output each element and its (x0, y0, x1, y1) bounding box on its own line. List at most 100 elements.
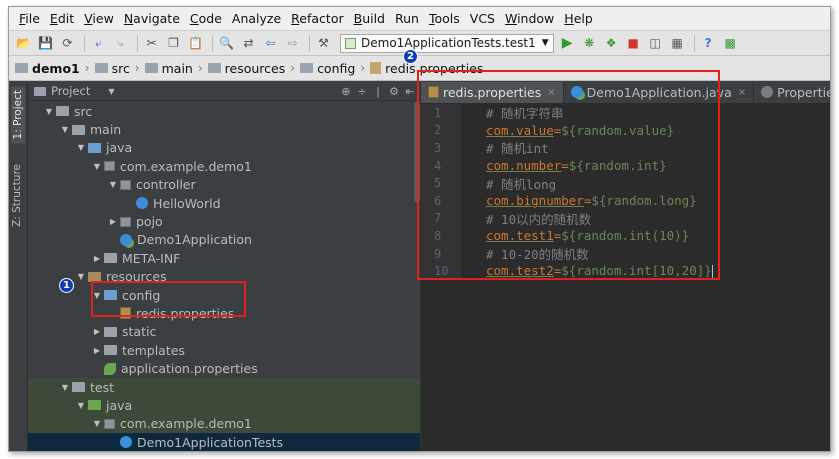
tree-item-label: pojo (136, 214, 163, 230)
menu-item[interactable]: VCS (465, 11, 500, 26)
project-panel-title[interactable]: Project (51, 84, 90, 98)
menu-item[interactable]: Analyze (227, 11, 286, 26)
expand-down-icon[interactable]: ▼ (74, 143, 88, 152)
expand-down-icon[interactable]: ▼ (42, 107, 56, 116)
expand-right-icon[interactable]: ▶ (90, 254, 104, 263)
menu-item[interactable]: View (79, 11, 119, 26)
breadcrumb-label: src (111, 60, 130, 76)
tree-item[interactable]: ▶application.properties (28, 359, 420, 377)
breadcrumb-label: main (161, 60, 193, 76)
plugin-icon[interactable]: ▩ (721, 34, 740, 53)
help-icon[interactable]: ? (699, 34, 718, 53)
locate-icon[interactable]: ⊕ (338, 85, 354, 98)
save-icon[interactable]: 💾 (36, 34, 55, 53)
collapse-icon[interactable]: ÷ (354, 85, 370, 98)
hide-panel-icon[interactable]: ⇤ (402, 85, 418, 98)
tree-item[interactable]: ▶ META-INF (28, 249, 420, 267)
project-tree: ▼ src ▼ main ▼ java ▼ com.example.demo1 ▼ control… (28, 102, 420, 451)
expand-down-icon[interactable]: ▼ (106, 180, 120, 189)
expand-down-icon[interactable]: ▼ (90, 162, 104, 171)
sync-icon[interactable]: ⟳ (58, 34, 77, 53)
folder-icon (104, 345, 117, 356)
redo-icon[interactable]: ⤷ (111, 34, 130, 53)
expand-down-icon[interactable]: ▼ (90, 419, 104, 428)
menu-item[interactable]: Edit (45, 11, 79, 26)
tree-item[interactable]: ▼ java (28, 139, 420, 157)
tree-item-label: com.example.demo1 (120, 416, 252, 432)
folder-icon (144, 63, 158, 73)
run-icon[interactable]: ▶ (558, 34, 577, 53)
breadcrumb-item[interactable]: demo1 (15, 61, 80, 76)
menu-item[interactable]: Build (349, 11, 390, 26)
menu-item[interactable]: Run (390, 11, 424, 26)
forward-icon[interactable]: ⇨ (283, 34, 302, 53)
menu-item-label: iew (92, 11, 114, 26)
tree-item[interactable]: ▼ com.example.demo1 (28, 157, 420, 175)
tab-structure[interactable]: Z: Structure (11, 164, 23, 227)
folder-icon (72, 382, 85, 393)
project-structure-icon[interactable]: ◫ (646, 34, 665, 53)
breadcrumb-label: resources (224, 60, 286, 76)
gear-icon[interactable]: ⚙ (386, 85, 402, 98)
chevron-right-icon: › (197, 61, 203, 75)
stop-icon[interactable]: ■ (624, 34, 643, 53)
tree-item-label: application.properties (121, 361, 258, 377)
back-icon[interactable]: ⇦ (261, 34, 280, 53)
menu-item[interactable]: Navigate (119, 11, 185, 26)
open-icon[interactable]: 📂 (14, 34, 33, 53)
sdk-manager-icon[interactable]: ▦ (668, 34, 687, 53)
cut-icon[interactable]: ✂ (142, 34, 161, 53)
expand-right-icon[interactable]: ▶ (106, 217, 120, 226)
replace-icon[interactable]: ⇄ (239, 34, 258, 53)
tree-item[interactable]: ▼ com.example.demo1 (28, 414, 420, 434)
menu-item-mnemonic: H (564, 11, 574, 26)
debug-icon[interactable]: ❋ (580, 34, 599, 53)
menu-item[interactable]: Window (500, 11, 559, 26)
breadcrumb-item[interactable]: main (144, 60, 193, 76)
highlight-box-editor (417, 70, 720, 280)
editor-tab-label: Properties.java (777, 84, 830, 100)
menu-item-label: uild (362, 11, 385, 26)
tree-item[interactable]: ▶ static (28, 323, 420, 341)
toolbar-divider (137, 34, 138, 52)
copy-icon[interactable]: ❐ (164, 34, 183, 53)
editor-tab[interactable]: Properties.java× (754, 82, 830, 103)
tree-item[interactable]: ▼ controller (28, 176, 420, 194)
breadcrumb-item[interactable]: src (94, 60, 130, 76)
package-icon (104, 161, 115, 172)
close-icon[interactable]: × (738, 87, 746, 98)
tree-item[interactable]: ▼ java (28, 396, 420, 415)
coverage-icon[interactable]: ❖ (602, 34, 621, 53)
expand-right-icon[interactable]: ▶ (90, 327, 104, 336)
find-icon[interactable]: 🔍 (217, 34, 236, 53)
breadcrumb-item[interactable]: config (300, 61, 355, 76)
tree-item[interactable]: ▶ pojo (28, 212, 420, 230)
spring-properties-icon (104, 362, 116, 375)
expand-down-icon[interactable]: ▼ (74, 401, 88, 410)
expand-down-icon[interactable]: ▼ (74, 272, 88, 281)
tree-item[interactable]: ▶HelloWorld (28, 194, 420, 212)
menu-item[interactable]: File (14, 11, 45, 26)
expand-down-icon[interactable]: ▼ (58, 125, 72, 134)
menu-item[interactable]: Refactor (286, 11, 348, 26)
undo-icon[interactable]: ⤶ (89, 34, 108, 53)
tree-item[interactable]: ▼ test (28, 377, 420, 397)
paste-icon[interactable]: 📋 (186, 34, 205, 53)
test-folder-icon (88, 400, 101, 411)
chevron-down-icon[interactable]: ▼ (108, 87, 114, 96)
breadcrumb-item[interactable]: resources (207, 60, 286, 76)
expand-down-icon[interactable]: ▼ (58, 383, 72, 392)
tree-item[interactable]: ▼ src (28, 102, 420, 120)
tree-item[interactable]: ▼ main (28, 120, 420, 138)
menu-item[interactable]: Help (559, 11, 598, 26)
project-panel-header: Project ▼ ⊕ ÷ | ⚙ ⇤ (28, 82, 420, 101)
tree-item[interactable]: ▶Demo1ApplicationTests (28, 433, 420, 451)
tree-item[interactable]: ▶Demo1Application (28, 231, 420, 249)
menu-item[interactable]: Code (185, 11, 227, 26)
tree-item[interactable]: ▶ templates (28, 341, 420, 359)
tab-project[interactable]: 1: Project (11, 86, 25, 144)
build-icon[interactable]: ⚒ (314, 34, 333, 53)
expand-right-icon[interactable]: ▶ (90, 346, 104, 355)
run-configuration-select[interactable]: Demo1ApplicationTests.test1 ▼ (340, 33, 554, 53)
menu-item[interactable]: Tools (424, 11, 465, 26)
